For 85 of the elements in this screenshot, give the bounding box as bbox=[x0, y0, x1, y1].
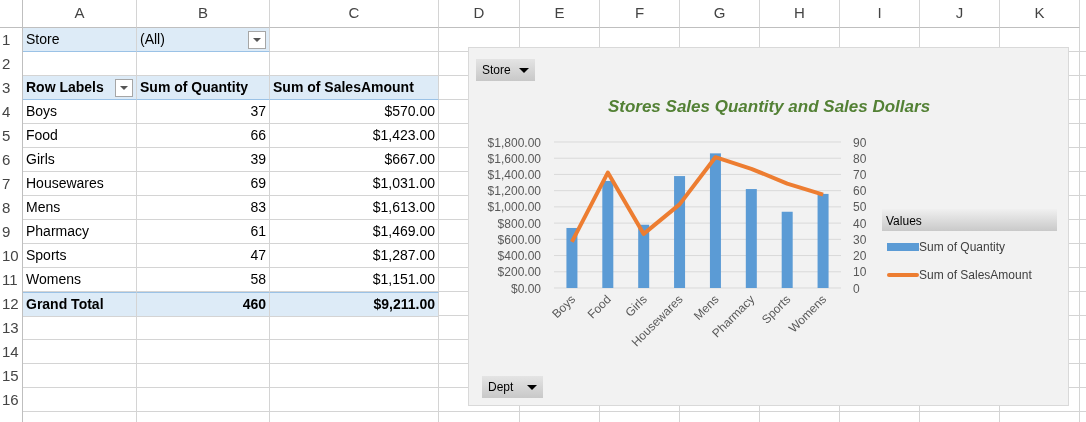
bar bbox=[638, 224, 650, 288]
row-label: Pharmacy bbox=[23, 220, 137, 244]
axis-label: 10 bbox=[853, 265, 867, 280]
row-label: Boys bbox=[23, 100, 137, 124]
axis-label: 50 bbox=[853, 200, 867, 215]
column-header[interactable]: E bbox=[520, 0, 600, 28]
row-number[interactable]: 14 bbox=[0, 340, 23, 364]
axis-label: 40 bbox=[853, 216, 867, 231]
axis-label: 90 bbox=[853, 135, 867, 150]
axis-label: $1,200.00 bbox=[487, 184, 541, 199]
column-header[interactable]: K bbox=[1000, 0, 1080, 28]
row-number[interactable]: 13 bbox=[0, 316, 23, 340]
dept-field-button[interactable]: Dept bbox=[482, 376, 544, 398]
column-heading: Sum of Quantity bbox=[137, 76, 270, 100]
axis-label: $1,000.00 bbox=[487, 200, 541, 215]
quantity-cell: 37 bbox=[137, 100, 270, 124]
row-number[interactable]: 15 bbox=[0, 364, 23, 388]
row-number[interactable]: 4 bbox=[0, 100, 23, 124]
bar bbox=[566, 228, 578, 288]
column-header[interactable]: F bbox=[600, 0, 680, 28]
row-number[interactable]: 5 bbox=[0, 124, 23, 148]
axis-label: $200.00 bbox=[497, 265, 541, 280]
row-number[interactable]: 16 bbox=[0, 388, 23, 412]
row-label: Girls bbox=[23, 148, 137, 172]
grand-total-label: Grand Total bbox=[23, 292, 137, 317]
axis-label: $0.00 bbox=[510, 281, 541, 296]
row-number[interactable]: 9 bbox=[0, 220, 23, 244]
axis-label: 30 bbox=[853, 232, 867, 247]
axis-label: $1,400.00 bbox=[487, 167, 541, 182]
axis-label: 20 bbox=[853, 249, 867, 264]
filter-label: Store bbox=[23, 28, 137, 52]
row-label: Mens bbox=[23, 196, 137, 220]
row-number[interactable]: 7 bbox=[0, 172, 23, 196]
caret-icon bbox=[253, 37, 261, 42]
sales-cell: $1,287.00 bbox=[270, 244, 439, 268]
axis-label: 60 bbox=[853, 184, 867, 199]
caret-icon bbox=[120, 85, 128, 90]
quantity-cell: 83 bbox=[137, 196, 270, 220]
chart-title: Stores Sales Quantity and Sales Dollars bbox=[607, 97, 931, 116]
row-labels-dropdown-button[interactable] bbox=[115, 78, 133, 97]
quantity-cell: 39 bbox=[137, 148, 270, 172]
column-header[interactable]: G bbox=[680, 0, 760, 28]
sales-cell: $667.00 bbox=[270, 148, 439, 172]
caret-icon bbox=[527, 384, 538, 390]
row-label: Housewares bbox=[23, 172, 137, 196]
column-header[interactable]: J bbox=[920, 0, 1000, 28]
legend-label: Sum of SalesAmount bbox=[919, 267, 1032, 284]
filter-dropdown-button[interactable] bbox=[248, 30, 266, 49]
column-header[interactable]: D bbox=[439, 0, 520, 28]
row-label: Food bbox=[23, 124, 137, 148]
row-labels-header: Row Labels bbox=[26, 78, 104, 97]
axis-label: $1,600.00 bbox=[487, 151, 541, 166]
row-label: Sports bbox=[23, 244, 137, 268]
quantity-cell: 47 bbox=[137, 244, 270, 268]
row-number[interactable]: 6 bbox=[0, 148, 23, 172]
grand-total-value: $9,211.00 bbox=[270, 292, 439, 317]
row-number[interactable]: 8 bbox=[0, 196, 23, 220]
caret-icon bbox=[518, 67, 529, 73]
axis-label: $1,800.00 bbox=[487, 135, 541, 150]
column-header[interactable]: H bbox=[760, 0, 840, 28]
axis-label: 70 bbox=[853, 167, 867, 182]
axis-label: $400.00 bbox=[497, 249, 541, 264]
row-number[interactable]: 2 bbox=[0, 52, 23, 76]
legend-header: Values bbox=[882, 209, 1057, 231]
sales-cell: $1,423.00 bbox=[270, 124, 439, 148]
store-field-button[interactable]: Store bbox=[476, 59, 535, 81]
legend-label: Sum of Quantity bbox=[919, 239, 1006, 256]
sales-cell: $1,031.00 bbox=[270, 172, 439, 196]
axis-label: $800.00 bbox=[497, 216, 541, 231]
row-number[interactable]: 11 bbox=[0, 268, 23, 292]
column-header[interactable]: I bbox=[840, 0, 920, 28]
grand-total-value: 460 bbox=[137, 292, 270, 317]
quantity-cell: 61 bbox=[137, 220, 270, 244]
quantity-cell: 66 bbox=[137, 124, 270, 148]
axis-label: $600.00 bbox=[497, 232, 541, 247]
column-heading: Sum of SalesAmount bbox=[270, 76, 439, 100]
axis-label: 0 bbox=[853, 281, 860, 296]
row-number[interactable]: 10 bbox=[0, 244, 23, 268]
axis-label: 80 bbox=[853, 151, 867, 166]
column-header[interactable]: C bbox=[270, 0, 439, 28]
quantity-cell: 69 bbox=[137, 172, 270, 196]
sales-cell: $1,613.00 bbox=[270, 196, 439, 220]
sales-cell: $1,469.00 bbox=[270, 220, 439, 244]
filter-value: (All) bbox=[140, 30, 165, 49]
sales-cell: $570.00 bbox=[270, 100, 439, 124]
